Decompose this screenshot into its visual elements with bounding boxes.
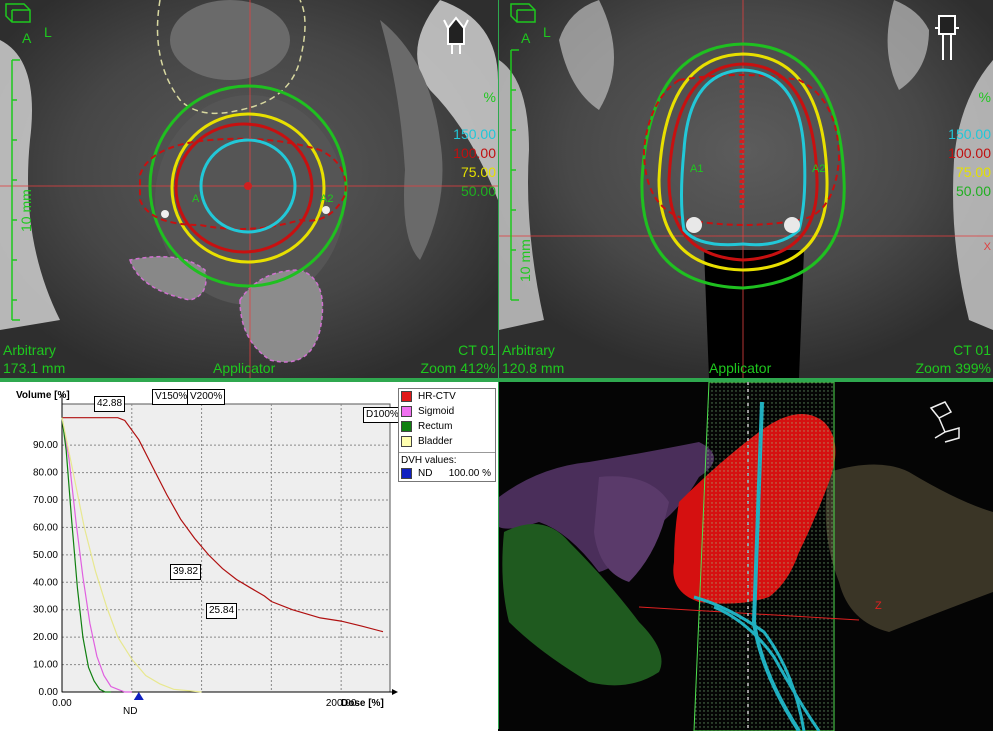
axial-ct-image	[0, 0, 498, 378]
iso-level-150: 150.00	[453, 126, 496, 142]
dvh-values-section: DVH values: ND 100.00 %	[399, 452, 495, 481]
slice-mode-label: Arbitrary	[502, 342, 555, 358]
dvh-panel[interactable]: 0.00 10.00 20.00 30.00 40.00 50.00 60.00 70.00 8…	[0, 380, 498, 731]
iso-level-150: 150.00	[948, 126, 991, 142]
legend-item-sigmoid[interactable]: Sigmoid	[399, 404, 495, 419]
v150-annotation[interactable]: V150%	[152, 389, 191, 405]
legend-swatch	[401, 436, 412, 447]
dvh-label-25: 25.84	[206, 603, 238, 619]
y-tick-label: 0.00	[39, 687, 59, 698]
nd-marker	[133, 692, 144, 700]
dvh-legend: HR-CTV Sigmoid Rectum Bladder DVH values…	[398, 388, 496, 482]
iso-level-50: 50.00	[955, 183, 991, 199]
orientation-label-a: A	[22, 30, 32, 46]
slice-position-label: 120.8 mm	[502, 360, 565, 376]
isodose-legend: % 150.00 100.00 75.00 50.00	[948, 88, 991, 201]
scale-label: 10 mm	[517, 239, 533, 282]
y-tick-label: 40.00	[33, 577, 58, 588]
orientation-label-l: L	[44, 24, 52, 40]
d100-annotation[interactable]: D100%	[363, 407, 402, 423]
legend-label: Bladder	[418, 436, 453, 447]
iso-level-75: 75.00	[955, 164, 991, 180]
series-label: CT 01	[458, 342, 496, 358]
slice-mode-label: Arbitrary	[3, 342, 56, 358]
legend-swatch	[401, 421, 412, 432]
dvh-value-label: ND	[418, 468, 433, 479]
dvh-label-39: 39.82	[170, 564, 202, 580]
dvh-chart[interactable]: 0.00 10.00 20.00 30.00 40.00 50.00 60.00 70.00 8…	[0, 382, 398, 727]
z-axis-label: Z	[875, 600, 882, 612]
dvh-value-swatch	[401, 468, 412, 479]
coronal-ct-image	[499, 0, 993, 378]
point-a1-marker: A1	[690, 163, 704, 175]
legend-label: HR-CTV	[418, 391, 456, 402]
isodose-legend: % 150.00 100.00 75.00 50.00	[453, 88, 496, 201]
3d-render-view[interactable]: Z	[499, 380, 993, 731]
iso-level-100: 100.00	[948, 145, 991, 161]
legend-swatch	[401, 406, 412, 417]
axial-ct-view[interactable]: A L 10 mm A A2 % 150.00 100.00 75.00 50.…	[0, 0, 498, 378]
y-tick-label: 90.00	[33, 440, 58, 451]
y-tick-label: 20.00	[33, 632, 58, 643]
nd-marker-label: ND	[123, 706, 138, 717]
legend-label: Sigmoid	[418, 406, 455, 417]
y-tick-label: 70.00	[33, 495, 58, 506]
point-a-marker: A	[192, 193, 200, 205]
coronal-ct-view[interactable]: A L 10 mm A1 A2 X % 150.00 100.00 75.00 …	[499, 0, 993, 378]
point-a2-marker: A2	[320, 193, 334, 205]
view-divider-vertical	[498, 0, 499, 729]
legend-swatch	[401, 391, 412, 402]
y-tick-label: 10.00	[33, 660, 58, 671]
y-axis-title: Volume [%]	[16, 390, 70, 401]
iso-unit: %	[483, 89, 496, 105]
3d-structures-render	[499, 382, 993, 731]
dvh-label-42: 42.88	[94, 396, 126, 412]
x-axis-title: Dose [%]	[341, 698, 384, 709]
y-tick-label: 50.00	[33, 550, 58, 561]
view-divider-horizontal	[0, 378, 993, 380]
orientation-label-a: A	[521, 30, 531, 46]
series-label: CT 01	[953, 342, 991, 358]
orientation-label-l: L	[543, 24, 551, 40]
legend-item-rectum[interactable]: Rectum	[399, 419, 495, 434]
iso-unit: %	[978, 89, 991, 105]
legend-label: Rectum	[418, 421, 453, 432]
dvh-values-title: DVH values:	[401, 455, 457, 466]
x-tick-label: 0.00	[52, 698, 72, 709]
dvh-value-nd[interactable]: ND 100.00 %	[399, 466, 495, 481]
point-a2-marker: A2	[812, 163, 826, 175]
iso-level-75: 75.00	[460, 164, 496, 180]
y-tick-label: 60.00	[33, 522, 58, 533]
zoom-label: Zoom 412%	[420, 360, 496, 376]
y-tick-label: 30.00	[33, 605, 58, 616]
y-tick-label: 80.00	[33, 468, 58, 479]
crosshair-edge-marker: X	[983, 241, 991, 253]
legend-item-bladder[interactable]: Bladder	[399, 434, 495, 449]
iso-level-50: 50.00	[460, 183, 496, 199]
zoom-label: Zoom 399%	[915, 360, 991, 376]
legend-item-hr-ctv[interactable]: HR-CTV	[399, 389, 495, 404]
v200-annotation[interactable]: V200%	[187, 389, 226, 405]
scale-label: 10 mm	[18, 189, 34, 232]
slice-position-label: 173.1 mm	[3, 360, 66, 376]
dvh-value-number: 100.00 %	[448, 468, 491, 479]
iso-level-100: 100.00	[453, 145, 496, 161]
applicator-label: Applicator	[213, 360, 276, 376]
x-axis-arrow	[392, 689, 398, 695]
applicator-label: Applicator	[709, 360, 772, 376]
